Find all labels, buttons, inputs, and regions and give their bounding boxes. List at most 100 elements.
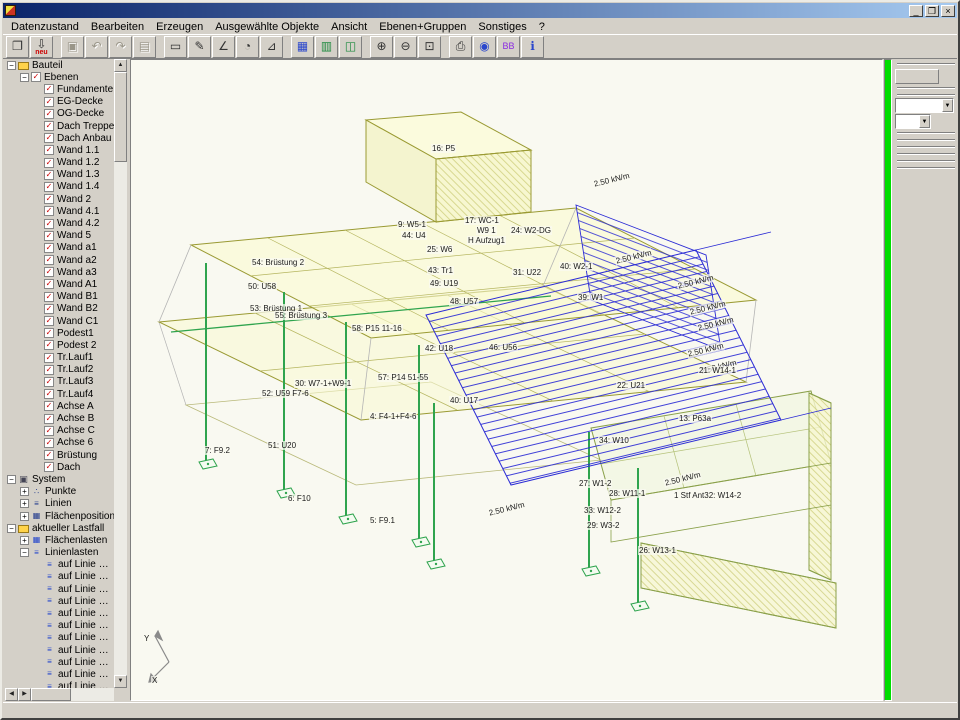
tree-item-wand-1-4-10[interactable]: ✓Wand 1.4 (5, 181, 114, 193)
minimize-button[interactable]: _ (909, 5, 923, 17)
tree-item-wand-4-2-13[interactable]: ✓Wand 4.2 (5, 217, 114, 229)
winkel-button[interactable]: ∠ (212, 36, 235, 58)
tree-item-wand-a1-18[interactable]: ✓Wand A1 (5, 278, 114, 290)
tree-item-wand-5-14[interactable]: ✓Wand 5 (5, 230, 114, 242)
tree-item-flächenpositionen-37[interactable]: +▦Flächenpositionen (5, 510, 114, 522)
numerisch-button[interactable] (895, 69, 939, 84)
ebenen-ansicht-button[interactable]: ▥ (315, 36, 338, 58)
tree-item-wand-2-11[interactable]: ✓Wand 2 (5, 193, 114, 205)
tree-item-og-decke-4[interactable]: ✓OG-Decke (5, 108, 114, 120)
tree-item-system-34[interactable]: −▣System (5, 473, 114, 485)
tree-item-wand-c1-21[interactable]: ✓Wand C1 (5, 315, 114, 327)
tree-item-linienlasten-40[interactable]: −≡Linienlasten (5, 547, 114, 559)
info-button[interactable]: ℹ (521, 36, 544, 58)
tree-item-auf-linie-41[interactable]: ≡auf Linie … (5, 559, 114, 571)
tree-item-fundamente-2[interactable]: ✓Fundamente (5, 83, 114, 95)
tree-item-auf-linie-50[interactable]: ≡auf Linie … (5, 668, 114, 680)
menu-item-ansicht[interactable]: Ansicht (325, 20, 373, 34)
tree-item-linien-36[interactable]: +≡Linien (5, 498, 114, 510)
dropdown-arrow-icon[interactable]: ▼ (942, 99, 953, 112)
tree-item-flächenlasten-39[interactable]: +▦Flächenlasten (5, 534, 114, 546)
tree-horizontal-scrollbar[interactable]: ◀ ▶ (5, 688, 114, 701)
zoom-out-button[interactable]: ⊖ (394, 36, 417, 58)
tree-item-podest-2-23[interactable]: ✓Podest 2 (5, 339, 114, 351)
tree-item-ebenen-1[interactable]: −✓Ebenen (5, 71, 114, 83)
tree-item-achse-6-31[interactable]: ✓Achse 6 (5, 437, 114, 449)
projekt-browser-button[interactable]: BB (497, 36, 520, 58)
tree-item-dach-33[interactable]: ✓Dach (5, 461, 114, 473)
tree-item-eg-decke-3[interactable]: ✓EG-Decke (5, 96, 114, 108)
tree-item-wand-1-3-9[interactable]: ✓Wand 1.3 (5, 169, 114, 181)
menu-item-bearbeiten[interactable]: Bearbeiten (85, 20, 150, 34)
scroll-left-icon[interactable]: ◀ (5, 688, 18, 701)
tree-item-tr-lauf4-27[interactable]: ✓Tr.Lauf4 (5, 388, 114, 400)
tree-item-achse-b-29[interactable]: ✓Achse B (5, 412, 114, 424)
tree-item-dach-treppenha-5[interactable]: ✓Dach Treppenha (5, 120, 114, 132)
collapse-icon[interactable]: − (20, 73, 29, 82)
expand-icon[interactable]: + (20, 487, 29, 496)
tree-item-auf-linie-46[interactable]: ≡auf Linie … (5, 620, 114, 632)
scroll-right-icon[interactable]: ▶ (18, 688, 31, 701)
scroll-thumb[interactable] (114, 72, 127, 162)
dropdown-arrow-icon[interactable]: ▼ (919, 115, 930, 128)
tree-item-wand-b2-20[interactable]: ✓Wand B2 (5, 303, 114, 315)
folie-number-select[interactable]: ▼ (895, 114, 931, 129)
tree-item-auf-linie-42[interactable]: ≡auf Linie … (5, 571, 114, 583)
tree-item-dach-anbau-6[interactable]: ✓Dach Anbau (5, 132, 114, 144)
menu-item-datenzustand[interactable]: Datenzustand (5, 20, 85, 34)
scroll-down-icon[interactable]: ▼ (114, 675, 127, 688)
tree-item-tr-lauf3-26[interactable]: ✓Tr.Lauf3 (5, 376, 114, 388)
canvas-3d-view[interactable]: 16: P52.50 kN/m2.50 kN/m2.50 kN/m2.50 kN… (130, 59, 883, 701)
menu-item-ebenen-gruppen[interactable]: Ebenen+Gruppen (373, 20, 472, 34)
tree-item-auf-linie-51[interactable]: ≡auf Linie … (5, 681, 114, 688)
tree-vertical-scrollbar[interactable]: ▲ ▼ (114, 59, 127, 688)
menu-item-[interactable]: ? (533, 20, 551, 34)
collapse-icon[interactable]: − (7, 61, 16, 70)
lineal-button[interactable]: ▭ (164, 36, 187, 58)
drucken-button[interactable]: ⎙ (449, 36, 472, 58)
neu-button[interactable]: ⇩neu (30, 36, 53, 58)
zoom-fenster-button[interactable]: ⊡ (418, 36, 441, 58)
maximize-button[interactable]: ❐ (925, 5, 939, 17)
tree-item-achse-c-30[interactable]: ✓Achse C (5, 425, 114, 437)
bogen-button[interactable]: ◔ (236, 36, 259, 58)
tree-item-tr-lauf1-24[interactable]: ✓Tr.Lauf1 (5, 352, 114, 364)
tree-item-wand-a3-17[interactable]: ✓Wand a3 (5, 266, 114, 278)
tree-item-auf-linie-49[interactable]: ≡auf Linie … (5, 656, 114, 668)
tree-item-achse-a-28[interactable]: ✓Achse A (5, 400, 114, 412)
tree-item-wand-4-1-12[interactable]: ✓Wand 4.1 (5, 205, 114, 217)
menu-item-erzeugen[interactable]: Erzeugen (150, 20, 209, 34)
tree-item-auf-linie-44[interactable]: ≡auf Linie … (5, 595, 114, 607)
menu-item-ausgewählte-objekte[interactable]: Ausgewählte Objekte (209, 20, 325, 34)
expand-icon[interactable]: + (20, 512, 29, 521)
tree-item-auf-linie-47[interactable]: ≡auf Linie … (5, 632, 114, 644)
tree-item-punkte-35[interactable]: +∴Punkte (5, 486, 114, 498)
close-button[interactable]: × (941, 5, 955, 17)
collapse-icon[interactable]: − (7, 524, 16, 533)
tree-item-wand-1-1-7[interactable]: ✓Wand 1.1 (5, 144, 114, 156)
zoom-in-button[interactable]: ⊕ (370, 36, 393, 58)
tree-item-aktueller-lastfall-38[interactable]: −aktueller Lastfall (5, 522, 114, 534)
scroll-up-icon[interactable]: ▲ (114, 59, 127, 72)
tree-item-auf-linie-45[interactable]: ≡auf Linie … (5, 607, 114, 619)
tree-item-wand-b1-19[interactable]: ✓Wand B1 (5, 291, 114, 303)
tree-item-wand-a2-16[interactable]: ✓Wand a2 (5, 254, 114, 266)
tree-item-wand-1-2-8[interactable]: ✓Wand 1.2 (5, 157, 114, 169)
scroll-thumb[interactable] (31, 688, 71, 701)
messen-button[interactable]: ✎ (188, 36, 211, 58)
tree-item-tr-lauf2-25[interactable]: ✓Tr.Lauf2 (5, 364, 114, 376)
volumen-ansicht-button[interactable]: ◫ (339, 36, 362, 58)
folie-type-select[interactable]: ▼ (895, 98, 954, 113)
ansicht-kontrolle-button[interactable]: ◉ (473, 36, 496, 58)
tree-item-brüstung-32[interactable]: ✓Brüstung (5, 449, 114, 461)
tree-item-auf-linie-43[interactable]: ≡auf Linie … (5, 583, 114, 595)
tree-item-auf-linie-48[interactable]: ≡auf Linie … (5, 644, 114, 656)
fenster-ansicht-button[interactable]: ▦ (291, 36, 314, 58)
tree-item-wand-a1-15[interactable]: ✓Wand a1 (5, 242, 114, 254)
collapse-icon[interactable]: − (20, 548, 29, 557)
expand-icon[interactable]: + (20, 499, 29, 508)
fahrweg-button[interactable]: ⊿ (260, 36, 283, 58)
collapse-icon[interactable]: − (7, 475, 16, 484)
menu-item-sonstiges[interactable]: Sonstiges (472, 20, 532, 34)
datenzustand-uebernehmen-button[interactable]: ❐ (6, 36, 29, 58)
